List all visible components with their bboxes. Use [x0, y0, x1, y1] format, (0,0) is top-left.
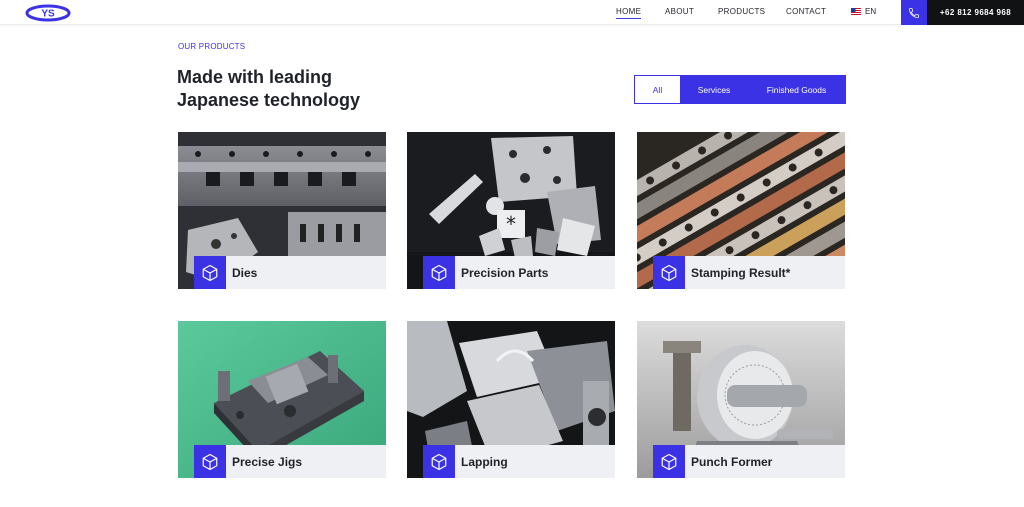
phone-number[interactable]: +62 812 9684 968 — [927, 0, 1024, 25]
top-navigation-bar: YS HOME ABOUT PRODUCTS CONTACT EN +62 81… — [0, 0, 1024, 25]
card-caption: Dies — [194, 256, 386, 289]
card-caption: Stamping Result* — [653, 256, 845, 289]
logo-text: YS — [41, 9, 55, 20]
cube-icon — [423, 445, 455, 478]
card-title: Lapping — [461, 455, 508, 469]
nav-products[interactable]: PRODUCTS — [718, 7, 765, 16]
section-headline: Made with leading Japanese technology — [177, 66, 437, 112]
phone-button[interactable] — [901, 0, 927, 25]
card-caption: Lapping — [423, 445, 615, 478]
cube-icon — [653, 445, 685, 478]
filter-services[interactable]: Services — [680, 76, 748, 103]
language-selector[interactable]: EN — [851, 7, 876, 16]
svg-text:*: * — [506, 212, 516, 236]
cube-icon — [423, 256, 455, 289]
filter-finished-goods[interactable]: Finished Goods — [748, 76, 845, 103]
product-filter-tabs: All Services Finished Goods — [634, 75, 846, 104]
product-card-stamping-result[interactable]: Stamping Result* — [637, 132, 845, 289]
card-caption: Punch Former — [653, 445, 845, 478]
product-card-lapping[interactable]: Lapping — [407, 321, 615, 478]
card-title: Precision Parts — [461, 266, 549, 280]
product-card-precision-parts[interactable]: * Precision Parts — [407, 132, 615, 289]
us-flag-icon — [851, 8, 861, 15]
cube-icon — [194, 445, 226, 478]
headline-line-2: Japanese technology — [177, 90, 361, 110]
cube-icon — [653, 256, 685, 289]
nav-about[interactable]: ABOUT — [665, 7, 694, 16]
card-caption: Precise Jigs — [194, 445, 386, 478]
filter-all[interactable]: All — [635, 76, 680, 103]
card-title: Punch Former — [691, 455, 773, 469]
card-title: Stamping Result* — [691, 266, 791, 280]
product-card-precise-jigs[interactable]: Precise Jigs — [178, 321, 386, 478]
product-card-dies[interactable]: Dies — [178, 132, 386, 289]
card-title: Dies — [232, 266, 258, 280]
nav-home[interactable]: HOME — [616, 7, 642, 19]
card-title: Precise Jigs — [232, 455, 303, 469]
cube-icon — [194, 256, 226, 289]
card-caption: Precision Parts — [423, 256, 615, 289]
company-logo[interactable]: YS — [24, 3, 72, 23]
product-card-punch-former[interactable]: Punch Former — [637, 321, 845, 478]
nav-contact[interactable]: CONTACT — [786, 7, 826, 16]
section-eyebrow: OUR PRODUCTS — [178, 42, 246, 51]
headline-line-1: Made with leading — [177, 67, 333, 87]
phone-icon — [909, 7, 919, 18]
language-label: EN — [865, 7, 877, 16]
